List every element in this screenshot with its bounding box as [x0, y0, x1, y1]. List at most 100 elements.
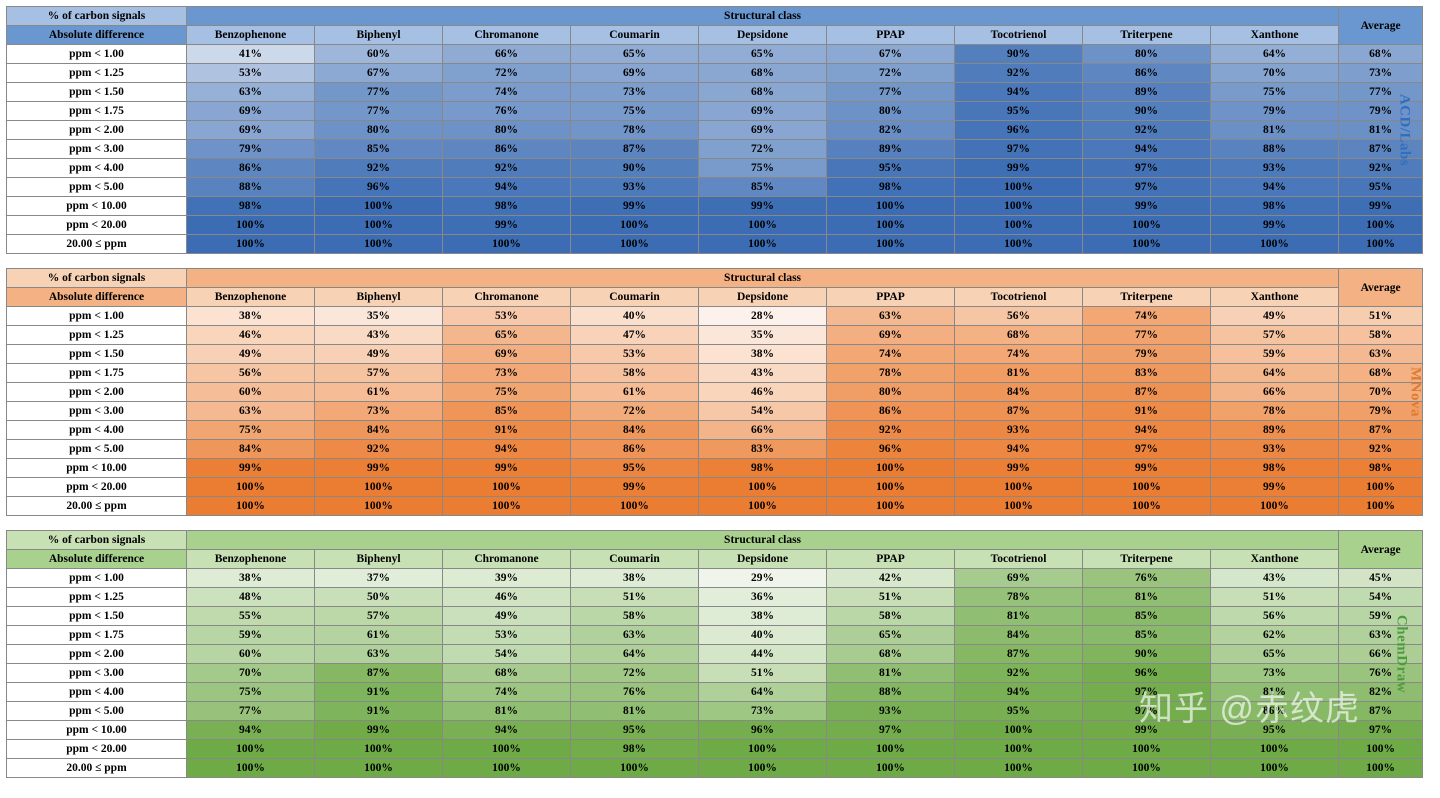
cell: 81%: [1083, 588, 1211, 607]
cell: 67%: [827, 45, 955, 64]
row-label: ppm < 3.00: [7, 140, 187, 159]
cell: 92%: [955, 664, 1083, 683]
cell-average: 68%: [1339, 45, 1423, 64]
hdr-col: PPAP: [827, 550, 955, 569]
row-label: ppm < 1.25: [7, 326, 187, 345]
cell: 100%: [315, 478, 443, 497]
cell: 37%: [315, 569, 443, 588]
cell: 100%: [571, 216, 699, 235]
cell: 49%: [315, 345, 443, 364]
hdr-col: Xanthone: [1211, 288, 1339, 307]
cell: 75%: [1211, 83, 1339, 102]
cell: 90%: [1083, 645, 1211, 664]
cell: 87%: [1083, 383, 1211, 402]
cell: 100%: [827, 497, 955, 516]
cell: 100%: [827, 478, 955, 497]
hdr-col: PPAP: [827, 288, 955, 307]
cell: 77%: [315, 102, 443, 121]
cell: 70%: [1211, 64, 1339, 83]
cell: 69%: [443, 345, 571, 364]
cell: 92%: [827, 421, 955, 440]
cell: 100%: [955, 178, 1083, 197]
cell: 74%: [1083, 307, 1211, 326]
cell: 98%: [1211, 197, 1339, 216]
cell: 92%: [315, 159, 443, 178]
cell: 100%: [699, 478, 827, 497]
hdr-left-bottom: Absolute difference: [7, 288, 187, 307]
cell-average: 95%: [1339, 178, 1423, 197]
cell: 80%: [443, 121, 571, 140]
cell: 74%: [955, 345, 1083, 364]
cell: 75%: [187, 421, 315, 440]
cell: 39%: [443, 569, 571, 588]
hdr-left-top: % of carbon signals: [7, 7, 187, 26]
cell: 95%: [955, 102, 1083, 121]
cell: 86%: [1083, 64, 1211, 83]
cell: 63%: [187, 83, 315, 102]
hdr-col: Biphenyl: [315, 550, 443, 569]
cell: 100%: [1083, 740, 1211, 759]
cell: 72%: [443, 64, 571, 83]
cell: 81%: [955, 364, 1083, 383]
cell: 91%: [315, 683, 443, 702]
cell: 58%: [827, 607, 955, 626]
cell: 81%: [571, 702, 699, 721]
cell: 73%: [699, 702, 827, 721]
cell: 100%: [1083, 497, 1211, 516]
cell: 43%: [699, 364, 827, 383]
cell: 69%: [187, 102, 315, 121]
cell: 61%: [315, 383, 443, 402]
cell: 94%: [1083, 140, 1211, 159]
row-label: ppm < 1.75: [7, 102, 187, 121]
cell-average: 92%: [1339, 440, 1423, 459]
cell: 46%: [443, 588, 571, 607]
cell: 80%: [827, 102, 955, 121]
cell: 89%: [827, 140, 955, 159]
row-label: 20.00 ≤ ppm: [7, 759, 187, 778]
row-label: ppm < 20.00: [7, 478, 187, 497]
cell: 96%: [955, 121, 1083, 140]
cell: 51%: [1211, 588, 1339, 607]
cell: 98%: [1211, 459, 1339, 478]
cell: 76%: [571, 683, 699, 702]
cell: 38%: [699, 607, 827, 626]
cell: 78%: [571, 121, 699, 140]
cell: 99%: [315, 721, 443, 740]
cell: 58%: [571, 364, 699, 383]
cell: 85%: [443, 402, 571, 421]
cell: 64%: [1211, 45, 1339, 64]
cell: 40%: [699, 626, 827, 645]
cell: 69%: [187, 121, 315, 140]
cell: 63%: [827, 307, 955, 326]
cell: 79%: [1083, 345, 1211, 364]
cell: 91%: [315, 702, 443, 721]
hdr-col: Triterpene: [1083, 550, 1211, 569]
cell: 65%: [827, 626, 955, 645]
cell: 68%: [699, 83, 827, 102]
row-label: ppm < 4.00: [7, 683, 187, 702]
cell: 86%: [443, 140, 571, 159]
heatmap-block: % of carbon signalsStructural classAvera…: [6, 530, 1434, 778]
cell: 100%: [955, 478, 1083, 497]
cell: 51%: [827, 588, 955, 607]
cell: 73%: [315, 402, 443, 421]
side-label: MNova: [1407, 367, 1424, 417]
cell: 87%: [955, 402, 1083, 421]
cell: 93%: [1211, 159, 1339, 178]
cell-average: 59%: [1339, 607, 1423, 626]
heatmap-table: % of carbon signalsStructural classAvera…: [6, 268, 1423, 516]
hdr-col: Depsidone: [699, 550, 827, 569]
cell-average: 54%: [1339, 588, 1423, 607]
cell: 95%: [1211, 721, 1339, 740]
cell: 97%: [955, 140, 1083, 159]
row-label: ppm < 3.00: [7, 402, 187, 421]
cell: 48%: [187, 588, 315, 607]
cell: 100%: [443, 478, 571, 497]
cell: 63%: [571, 626, 699, 645]
cell: 68%: [443, 664, 571, 683]
hdr-col: Triterpene: [1083, 26, 1211, 45]
heatmap-block: % of carbon signalsStructural classAvera…: [6, 6, 1434, 254]
cell: 89%: [1211, 421, 1339, 440]
cell: 100%: [1211, 759, 1339, 778]
cell: 100%: [827, 459, 955, 478]
